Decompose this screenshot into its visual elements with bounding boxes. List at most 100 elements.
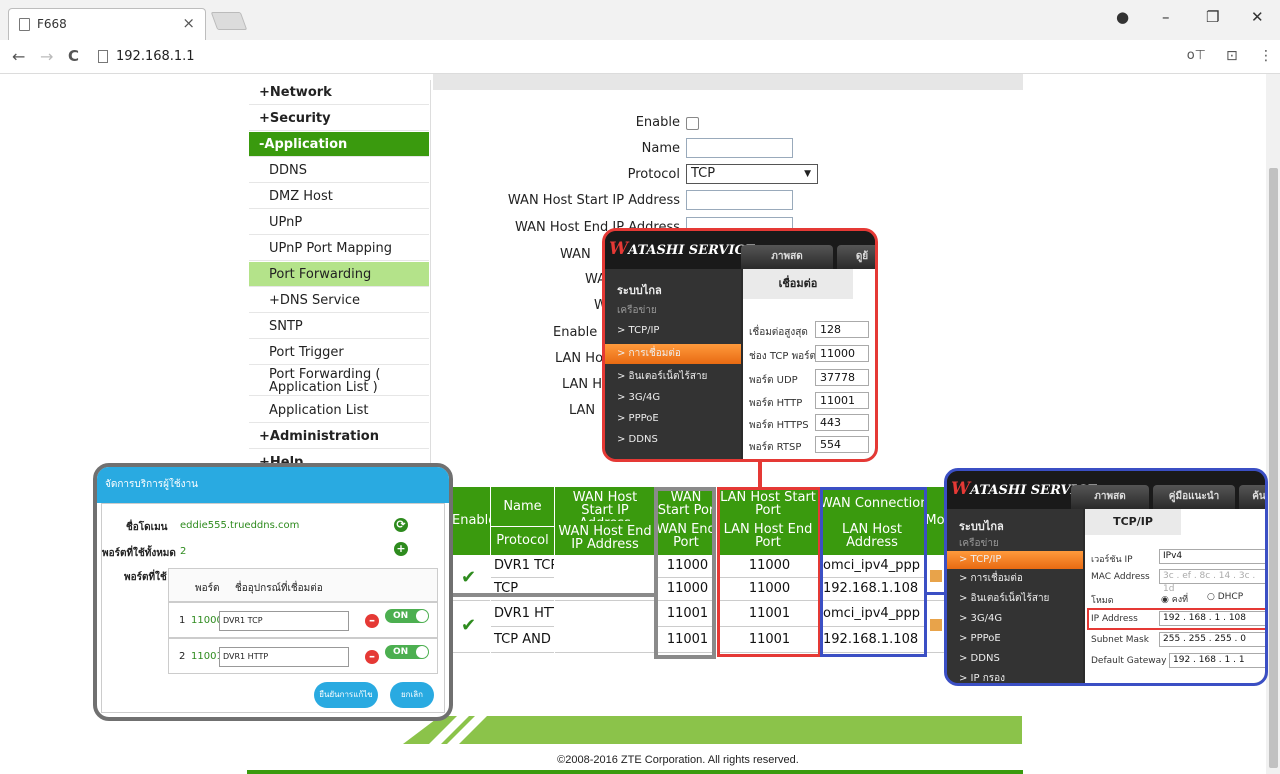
sidebar-item-port-forwarding-app-list[interactable]: Port Forwarding ( Application List ) bbox=[249, 366, 429, 396]
radio-static[interactable]: ◉ คงที่ bbox=[1161, 592, 1188, 606]
tab-live[interactable]: ภาพสด bbox=[741, 245, 833, 269]
refresh-icon[interactable]: ⟳ bbox=[394, 518, 408, 532]
confirm-button[interactable]: ยืนยันการแก้ไข bbox=[314, 682, 378, 708]
browser-tab-strip: F668 × ● – ❐ ✕ bbox=[0, 0, 1280, 40]
sidebar-item-wifi[interactable]: > อินเตอร์เน็ตไร้สาย bbox=[947, 589, 1083, 609]
device-name-input[interactable]: DVR1 HTTP bbox=[219, 647, 349, 667]
sidebar-title[interactable]: ระบบไกล bbox=[605, 281, 741, 301]
tab-guide[interactable]: คู่มือแนะนำ bbox=[1153, 485, 1235, 509]
address-bar[interactable]: 192.168.1.1 o⊤ bbox=[92, 45, 1212, 69]
subnet-mask-field[interactable]: 255 . 255 . 255 . 0 bbox=[1159, 632, 1265, 647]
row-wan-host bbox=[555, 555, 655, 601]
sidebar-item-tcpip[interactable]: > TCP/IP bbox=[605, 321, 741, 341]
enable-label: Enable bbox=[635, 115, 680, 130]
cancel-button[interactable]: ยกเลิก bbox=[390, 682, 434, 708]
row-edit-cell bbox=[925, 601, 945, 653]
sidebar-item-sntp[interactable]: SNTP bbox=[249, 314, 429, 339]
sidebar-item-tcpip[interactable]: > TCP/IP bbox=[947, 551, 1083, 569]
tcp-port-input[interactable]: 11000 bbox=[815, 345, 869, 362]
sidebar-item-label: Port Forwarding ( Application List ) bbox=[269, 367, 381, 395]
sidebar-item-pppoe[interactable]: > PPPoE bbox=[947, 629, 1083, 649]
close-window-icon[interactable]: ✕ bbox=[1251, 8, 1264, 26]
sidebar-item-dns-service[interactable]: +DNS Service bbox=[249, 288, 429, 313]
profile-icon[interactable]: ● bbox=[1116, 8, 1129, 26]
sidebar-item-label: +Security bbox=[259, 111, 331, 126]
default-gateway-field[interactable]: 192 . 168 . 1 . 1 bbox=[1169, 653, 1265, 668]
scrollbar-thumb[interactable] bbox=[1269, 168, 1278, 768]
col-header-lan-host-address: LAN Host Address bbox=[820, 521, 924, 555]
remove-icon[interactable]: – bbox=[365, 650, 379, 664]
page-icon bbox=[19, 18, 30, 31]
edit-icon[interactable] bbox=[930, 619, 942, 631]
url-text[interactable]: 192.168.1.1 bbox=[116, 49, 195, 64]
reload-icon[interactable]: C bbox=[68, 47, 79, 65]
tab-guide[interactable]: ดูย้ bbox=[837, 245, 875, 269]
maximize-icon[interactable]: ❐ bbox=[1206, 8, 1219, 26]
sidebar-item-ddns[interactable]: > DDNS bbox=[947, 649, 1083, 669]
forward-icon[interactable]: → bbox=[40, 47, 53, 66]
sidebar-item-ddns[interactable]: > DDNS bbox=[605, 430, 741, 450]
sidebar-item-connection[interactable]: > การเชื่อมต่อ bbox=[947, 569, 1083, 589]
sidebar-item-3g4g[interactable]: > 3G/4G bbox=[947, 609, 1083, 629]
tab-live[interactable]: ภาพสด bbox=[1071, 485, 1149, 509]
sidebar-item-dmz-host[interactable]: DMZ Host bbox=[249, 184, 429, 209]
sidebar-item-ddns[interactable]: DDNS bbox=[249, 158, 429, 183]
page-scrollbar[interactable] bbox=[1266, 74, 1280, 774]
sidebar-item-administration[interactable]: +Administration bbox=[249, 424, 429, 449]
close-tab-icon[interactable]: × bbox=[182, 14, 195, 32]
https-port-input[interactable]: 443 bbox=[815, 414, 869, 431]
remove-icon[interactable]: – bbox=[365, 614, 379, 628]
on-toggle[interactable]: ON bbox=[385, 645, 429, 659]
enable-checkbox[interactable] bbox=[686, 117, 699, 130]
back-icon[interactable]: ← bbox=[12, 47, 25, 66]
menu-icon[interactable]: ⋮ bbox=[1259, 48, 1273, 64]
on-toggle[interactable]: ON bbox=[385, 609, 429, 623]
cast-icon[interactable]: ⊡ bbox=[1226, 48, 1238, 64]
wan-start-ip-input[interactable] bbox=[686, 190, 793, 210]
tab-search[interactable]: ค้น bbox=[1239, 485, 1265, 509]
col-header-enable: Enable bbox=[452, 487, 490, 555]
protocol-select[interactable]: TCP ▼ bbox=[686, 164, 818, 184]
edit-icon[interactable] bbox=[930, 570, 942, 582]
sidebar-section[interactable]: เครือข่าย bbox=[605, 301, 741, 321]
radio-dhcp[interactable]: ○ DHCP bbox=[1207, 592, 1243, 602]
ip-version-select[interactable]: IPv4 bbox=[1159, 549, 1265, 564]
sidebar-item-upnp[interactable]: UPnP bbox=[249, 210, 429, 235]
browser-tab[interactable]: F668 × bbox=[8, 8, 206, 40]
sidebar-item-network[interactable]: +Network bbox=[249, 80, 429, 105]
sidebar-item-3g4g[interactable]: > 3G/4G bbox=[605, 388, 741, 408]
device-name-input[interactable]: DVR1 TCP bbox=[219, 611, 349, 631]
sidebar-item-upnp-port-mapping[interactable]: UPnP Port Mapping bbox=[249, 236, 429, 261]
name-label: Name bbox=[641, 141, 680, 156]
sidebar-item-security[interactable]: +Security bbox=[249, 106, 429, 131]
row-lan-host-address: 192.168.1.108 bbox=[820, 627, 924, 653]
udp-port-input[interactable]: 37778 bbox=[815, 369, 869, 386]
page-info-icon[interactable] bbox=[98, 50, 108, 63]
browser-toolbar: ← → C 192.168.1.1 o⊤ ⊡ ⋮ bbox=[0, 40, 1280, 74]
entry-index: 1 bbox=[179, 615, 186, 626]
sidebar-item-connection[interactable]: > การเชื่อมต่อ bbox=[605, 344, 741, 364]
sidebar-item-port-forwarding[interactable]: Port Forwarding bbox=[249, 262, 429, 287]
name-input[interactable] bbox=[686, 138, 793, 158]
sidebar-item-port-trigger[interactable]: Port Trigger bbox=[249, 340, 429, 365]
sidebar-item-application-list[interactable]: Application List bbox=[249, 398, 429, 423]
sidebar-item-application[interactable]: -Application bbox=[249, 132, 429, 157]
http-port-input[interactable]: 11001 bbox=[815, 392, 869, 409]
rtsp-port-input[interactable]: 554 bbox=[815, 436, 869, 453]
panel-tab[interactable]: TCP/IP bbox=[1085, 509, 1181, 535]
sidebar-item-wifi[interactable]: > อินเตอร์เน็ตไร้สาย bbox=[605, 367, 741, 387]
key-icon[interactable]: o⊤ bbox=[1187, 48, 1206, 63]
row-wan-end-port: 11000 bbox=[656, 578, 716, 601]
add-icon[interactable]: + bbox=[394, 542, 408, 556]
popup-body: ชื่อโดเมน eddie555.trueddns.com ⟳ พอร์ตท… bbox=[101, 503, 445, 713]
panel-tab[interactable]: เชื่อมต่อ bbox=[743, 269, 853, 299]
tab-title: F668 bbox=[37, 17, 67, 31]
new-tab-button[interactable] bbox=[210, 12, 248, 30]
sidebar-item-ip-filter[interactable]: > IP กรอง bbox=[947, 669, 1083, 683]
sidebar-item-label: DMZ Host bbox=[269, 189, 333, 204]
ip-address-field[interactable]: 192 . 168 . 1 . 108 bbox=[1159, 611, 1265, 626]
row-lan-end-port: 11001 bbox=[717, 627, 819, 653]
sidebar-item-pppoe[interactable]: > PPPoE bbox=[605, 409, 741, 429]
max-connection-input[interactable]: 128 bbox=[815, 321, 869, 338]
minimize-icon[interactable]: – bbox=[1162, 8, 1170, 26]
